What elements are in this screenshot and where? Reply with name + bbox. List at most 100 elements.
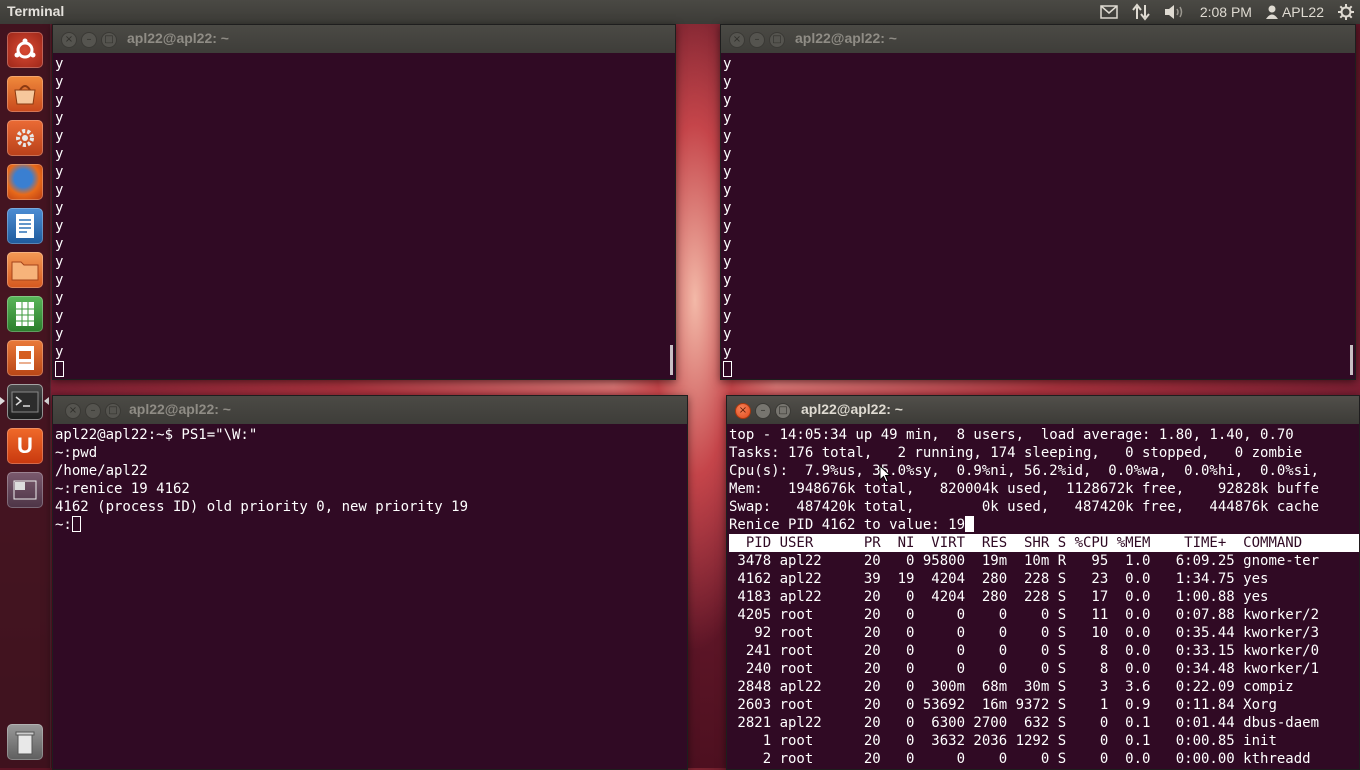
text-cursor: [965, 516, 975, 532]
maximize-button[interactable]: □: [101, 32, 117, 48]
output-line: apl22@apl22:~$ PS1="\W:": [55, 427, 258, 443]
output-line: y: [55, 164, 64, 180]
window-titlebar[interactable]: × – □ apl22@apl22: ~: [727, 396, 1359, 424]
close-button[interactable]: ×: [61, 32, 77, 48]
process-row: 1 root 20 0 3632 2036 1292 S 0 0.1 0:00.…: [729, 733, 1277, 749]
terminal-window-bottom-left[interactable]: × – □ apl22@apl22: ~ apl22@apl22:~$ PS1=…: [52, 395, 688, 770]
output-line: y: [723, 200, 732, 216]
top-output[interactable]: top - 14:05:34 up 49 min, 8 users, load …: [727, 424, 1359, 768]
minimize-button[interactable]: –: [755, 403, 771, 419]
user-icon: [1265, 5, 1278, 19]
output-line: y: [55, 308, 64, 324]
network-arrows-icon[interactable]: [1132, 3, 1150, 21]
files-icon[interactable]: [7, 252, 43, 288]
maximize-button[interactable]: □: [775, 403, 791, 419]
process-row: 4183 apl22 20 0 4204 280 228 S 17 0.0 1:…: [729, 589, 1269, 605]
output-line: y: [723, 326, 732, 342]
process-row: 2 root 20 0 0 0 0 S 0 0.0 0:00.00 kthrea…: [729, 751, 1311, 767]
mail-icon[interactable]: [1100, 5, 1118, 19]
terminal-window-top-left[interactable]: × – □ apl22@apl22: ~ yyyyyyyyyyyyyyyyy: [52, 24, 676, 380]
process-row: 241 root 20 0 0 0 0 S 8 0.0 0:33.15 kwor…: [729, 643, 1320, 659]
terminal-output[interactable]: yyyyyyyyyyyyyyyyy: [53, 53, 675, 379]
output-line: y: [723, 146, 732, 162]
window-titlebar[interactable]: × – □ apl22@apl22: ~: [721, 25, 1355, 53]
output-line: y: [55, 128, 64, 144]
scrollbar-thumb[interactable]: [670, 345, 673, 375]
output-line: y: [723, 110, 732, 126]
output-line: y: [55, 110, 64, 126]
output-line: ~:pwd: [55, 445, 98, 461]
top-summary-line: Mem: 1948676k total, 820004k used, 11286…: [729, 481, 1320, 497]
dash-home-icon[interactable]: [7, 32, 43, 68]
libreoffice-calc-icon[interactable]: [7, 296, 43, 332]
process-table-header: PID USER PR NI VIRT RES SHR S %CPU %MEM …: [729, 534, 1359, 552]
indicator-tray: 2:08 PM APL22: [1100, 0, 1354, 24]
close-button[interactable]: ×: [729, 32, 745, 48]
prompt-line: [723, 361, 1355, 379]
terminal-window-bottom-right[interactable]: × – □ apl22@apl22: ~ top - 14:05:34 up 4…: [726, 395, 1360, 770]
renice-prompt: Renice PID 4162 to value: 19: [729, 517, 966, 533]
workspace-switcher-icon[interactable]: [7, 472, 43, 508]
gear-icon[interactable]: [1338, 4, 1354, 20]
launcher-focused-indicator: [44, 397, 49, 405]
ubuntu-one-icon[interactable]: U: [7, 428, 43, 464]
process-row: 92 root 20 0 0 0 0 S 10 0.0 0:35.44 kwor…: [729, 625, 1320, 641]
terminal-window-top-right[interactable]: × – □ apl22@apl22: ~ yyyyyyyyyyyyyyyyy: [720, 24, 1356, 380]
window-title: apl22@apl22: ~: [129, 401, 231, 417]
minimize-button[interactable]: –: [81, 32, 97, 48]
libreoffice-impress-icon[interactable]: [7, 340, 43, 376]
maximize-button[interactable]: □: [769, 32, 785, 48]
terminal-output[interactable]: apl22@apl22:~$ PS1="\W:" ~:pwd/home/apl22…: [53, 424, 687, 534]
close-button[interactable]: ×: [65, 403, 81, 419]
terminal-icon[interactable]: [7, 384, 43, 420]
minimize-button[interactable]: –: [749, 32, 765, 48]
output-line: y: [723, 308, 732, 324]
libreoffice-writer-icon[interactable]: [7, 208, 43, 244]
output-line: y: [55, 344, 64, 360]
top-panel: Terminal 2:08 PM APL22: [0, 0, 1360, 24]
process-row: 2821 apl22 20 0 6300 2700 632 S 0 0.1 0:…: [729, 715, 1320, 731]
firefox-icon[interactable]: [7, 164, 43, 200]
process-row: 2848 apl22 20 0 300m 68m 30m S 3 3.6 0:2…: [729, 679, 1294, 695]
output-line: y: [723, 344, 732, 360]
trash-icon[interactable]: [7, 724, 43, 760]
window-title: apl22@apl22: ~: [127, 30, 229, 46]
active-app-title: Terminal: [7, 3, 65, 19]
output-line: y: [723, 182, 732, 198]
software-center-icon[interactable]: [7, 76, 43, 112]
text-cursor: [723, 361, 732, 377]
mouse-pointer-icon: [879, 465, 891, 483]
prompt: ~:: [55, 517, 72, 533]
volume-icon[interactable]: [1164, 4, 1186, 20]
top-summary-line: Cpu(s): 7.9%us, 35.0%sy, 0.9%ni, 56.2%id…: [729, 463, 1320, 479]
top-summary-line: Swap: 487420k total, 0k used, 487420k fr…: [729, 499, 1320, 515]
output-line: y: [723, 272, 732, 288]
top-summary-line: top - 14:05:34 up 49 min, 8 users, load …: [729, 427, 1294, 443]
output-line: y: [723, 236, 732, 252]
process-row: 2603 root 20 0 53692 16m 9372 S 1 0.9 0:…: [729, 697, 1277, 713]
top-summary-line: Tasks: 176 total, 2 running, 174 sleepin…: [729, 445, 1303, 461]
launcher-running-indicator: [0, 397, 5, 405]
terminal-output[interactable]: yyyyyyyyyyyyyyyyy: [721, 53, 1355, 379]
window-title: apl22@apl22: ~: [795, 30, 897, 46]
renice-prompt-line: Renice PID 4162 to value: 19: [729, 516, 1359, 534]
output-line: y: [55, 146, 64, 162]
output-line: y: [723, 56, 732, 72]
close-button[interactable]: ×: [735, 403, 751, 419]
output-line: y: [723, 164, 732, 180]
output-line: y: [55, 236, 64, 252]
system-settings-icon[interactable]: [7, 120, 43, 156]
process-row: 4205 root 20 0 0 0 0 S 11 0.0 0:07.88 kw…: [729, 607, 1320, 623]
clock[interactable]: 2:08 PM: [1200, 4, 1252, 20]
scrollbar-thumb[interactable]: [1350, 345, 1353, 375]
window-titlebar[interactable]: × – □ apl22@apl22: ~: [53, 25, 675, 53]
output-line: y: [723, 254, 732, 270]
maximize-button[interactable]: □: [105, 403, 121, 419]
process-row: 3478 apl22 20 0 95800 19m 10m R 95 1.0 6…: [729, 553, 1320, 569]
minimize-button[interactable]: –: [85, 403, 101, 419]
user-menu[interactable]: APL22: [1265, 4, 1324, 20]
output-line: y: [723, 74, 732, 90]
output-line: y: [723, 290, 732, 306]
output-line: y: [55, 182, 64, 198]
window-titlebar[interactable]: × – □ apl22@apl22: ~: [53, 396, 687, 424]
